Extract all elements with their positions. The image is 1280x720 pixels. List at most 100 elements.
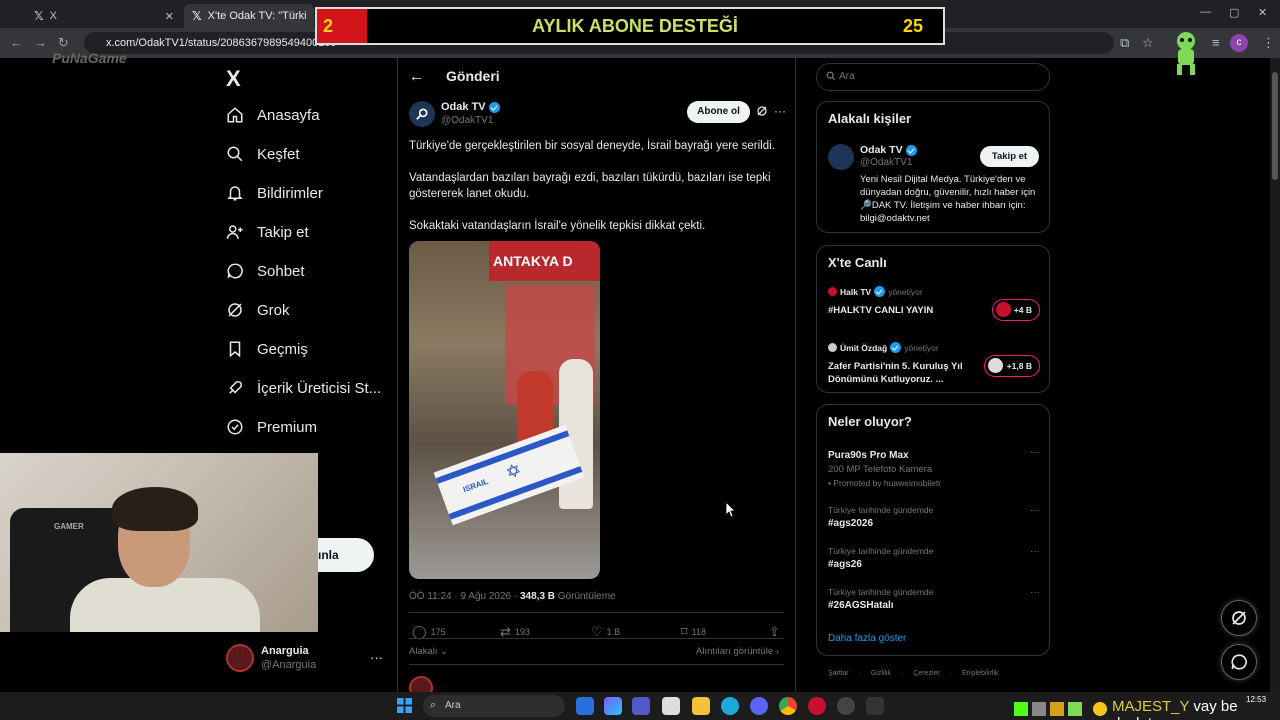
reply-sort-dropdown[interactable]: Alakalı ⌄ xyxy=(409,646,448,657)
chat-icon xyxy=(1231,654,1247,670)
browser-tab[interactable]: 𝕏 X ✕ xyxy=(26,4,182,28)
related-handle[interactable]: @OdakTV1 xyxy=(860,157,912,168)
page-scrollbar[interactable] xyxy=(1270,58,1280,692)
add-user-icon xyxy=(226,223,244,241)
chrome-icon[interactable] xyxy=(779,697,797,715)
flag-on-ground: ISRAIL ✡ xyxy=(433,424,585,526)
star-icon[interactable]: ☆ xyxy=(1142,35,1154,51)
verified-badge-icon xyxy=(905,144,917,156)
trend-subtitle: 200 MP Telefoto Kamera xyxy=(828,464,933,475)
page-title: Gönderi xyxy=(446,68,500,84)
copilot-icon[interactable] xyxy=(604,697,622,715)
nav-bookmarks[interactable]: Geçmiş xyxy=(226,340,308,358)
browser-profile-avatar[interactable]: c xyxy=(1230,34,1248,52)
flag-stripe xyxy=(435,430,570,484)
messages-fab[interactable] xyxy=(1221,644,1257,680)
author-avatar[interactable] xyxy=(409,101,435,127)
discord-icon[interactable] xyxy=(750,697,768,715)
footer-links[interactable]: Şartlar · Gizlilik · Çerezler · Erişileb… xyxy=(828,670,999,677)
card-title: Alakalı kişiler xyxy=(828,111,912,126)
taskbar-search[interactable]: ⌕ Ara xyxy=(423,695,565,717)
close-window-icon[interactable]: ✕ xyxy=(1258,6,1267,19)
minimize-icon[interactable]: — xyxy=(1200,6,1211,18)
shop-sign: ANTAKYA D xyxy=(489,241,600,281)
live-title: Zafer Partisi'nin 5. Kuruluş Yıl Dönümün… xyxy=(828,361,963,385)
follow-button[interactable]: Takip et xyxy=(980,146,1039,167)
view-quotes-link[interactable]: Alıntıları görüntüle › xyxy=(696,646,779,657)
windows-start-icon[interactable] xyxy=(397,698,412,713)
nav-notifications[interactable]: Bildirimler xyxy=(226,184,323,202)
avatar xyxy=(226,644,254,672)
reading-list-icon[interactable]: ≡ xyxy=(1212,35,1220,50)
nav-chat[interactable]: Sohbet xyxy=(226,262,305,280)
live-role: yönetiyor xyxy=(904,342,939,353)
obs-icon[interactable] xyxy=(837,697,855,715)
nav-creator-studio[interactable]: İçerik Üreticisi St... xyxy=(226,379,381,397)
menu-icon[interactable]: ⋮ xyxy=(1262,35,1275,51)
account-switcher[interactable]: Anarguia @Anarguia ··· xyxy=(226,640,386,680)
nav-label: Takip et xyxy=(257,223,309,241)
post-video[interactable]: ANTAKYA D ISRAIL ✡ xyxy=(409,241,600,579)
app-icon[interactable] xyxy=(866,697,884,715)
live-item[interactable]: Ümit Özdağ yönetiyor Zafer Partisi'nin 5… xyxy=(828,342,1040,386)
trend-context: Türkiye tarihinde gündemde xyxy=(828,546,934,556)
nav-premium[interactable]: Premium xyxy=(226,418,317,436)
author-name[interactable]: Odak TV xyxy=(441,101,500,113)
author-handle[interactable]: @OdakTV1 xyxy=(441,115,493,126)
trend-item[interactable]: Türkiye tarihinde gündemde #ags2026 ··· xyxy=(828,505,1040,529)
promoted-trend[interactable]: Pura90s Pro Max 200 MP Telefoto Kamera ▪… xyxy=(828,447,1040,488)
more-icon[interactable]: ··· xyxy=(1030,447,1040,458)
trend-item[interactable]: Türkiye tarihinde gündemde #26AGSHatalı … xyxy=(828,587,1040,611)
back-icon[interactable]: ← xyxy=(10,35,23,50)
scroll-thumb[interactable] xyxy=(1272,72,1278,180)
browser-tab-active[interactable]: 𝕏 X'te Odak TV: "Türkiye'de g xyxy=(184,4,314,28)
nav-follow[interactable]: Takip et xyxy=(226,223,309,241)
magnifier-logo-icon xyxy=(416,108,428,120)
banner-left-count: 2 xyxy=(317,9,367,43)
more-icon[interactable]: ··· xyxy=(1030,546,1040,557)
app-icon[interactable] xyxy=(808,697,826,715)
live-host-name: Halk TV xyxy=(840,286,872,297)
listener-count: +1,8 B xyxy=(984,355,1040,377)
x-logo-icon: 𝕏 xyxy=(34,9,44,23)
folder-icon[interactable] xyxy=(692,697,710,715)
webcam-overlay: GAMER xyxy=(0,453,318,632)
x-logo-icon: 𝕏 xyxy=(192,9,202,23)
forward-icon[interactable]: → xyxy=(34,35,47,50)
home-icon xyxy=(226,106,244,124)
cast-icon[interactable]: ⧉ xyxy=(1120,35,1129,51)
show-more-link[interactable]: Daha fazla göster xyxy=(828,633,906,644)
chair-label: GAMER xyxy=(54,522,84,531)
live-item[interactable]: Halk TV yönetiyor #HALKTV CANLI YAYIN +4… xyxy=(828,286,1040,321)
quotes-label: Alıntıları görüntüle xyxy=(696,646,774,657)
task-view-icon[interactable] xyxy=(576,697,594,715)
tab-title: X'te Odak TV: "Türkiye'de g xyxy=(207,10,306,22)
related-name[interactable]: Odak TV xyxy=(860,144,917,156)
teams-icon[interactable] xyxy=(632,697,650,715)
x-home-logo[interactable]: X xyxy=(226,66,241,92)
back-arrow-icon[interactable]: ← xyxy=(409,68,424,85)
live-avatar xyxy=(828,287,837,296)
subscribe-button[interactable]: Abone ol xyxy=(687,101,750,123)
trend-tag: #ags26 xyxy=(828,559,862,570)
reload-icon[interactable]: ↻ xyxy=(58,35,69,51)
store-icon[interactable] xyxy=(662,697,680,715)
nav-explore[interactable]: Keşfet xyxy=(226,145,300,163)
nav-home[interactable]: Anasayfa xyxy=(226,106,320,124)
more-icon[interactable]: ··· xyxy=(774,104,786,118)
avatar[interactable] xyxy=(828,144,854,170)
live-host: Ümit Özdağ yönetiyor xyxy=(828,342,1040,353)
grok-fab[interactable] xyxy=(1221,600,1257,636)
more-icon[interactable]: ··· xyxy=(1030,505,1040,516)
more-icon[interactable]: ··· xyxy=(1030,587,1040,598)
maximize-icon[interactable]: ▢ xyxy=(1229,6,1239,19)
more-icon[interactable]: ··· xyxy=(370,650,383,665)
search-input[interactable]: Ara xyxy=(816,63,1050,91)
edge-icon[interactable] xyxy=(721,697,739,715)
listener-count-text: +1,8 B xyxy=(1006,361,1032,371)
close-icon[interactable]: ✕ xyxy=(165,10,174,23)
streamer-body xyxy=(70,578,260,632)
grok-icon[interactable] xyxy=(756,105,768,117)
trend-item[interactable]: Türkiye tarihinde gündemde #ags26 ··· xyxy=(828,546,1040,570)
nav-grok[interactable]: Grok xyxy=(226,301,290,319)
